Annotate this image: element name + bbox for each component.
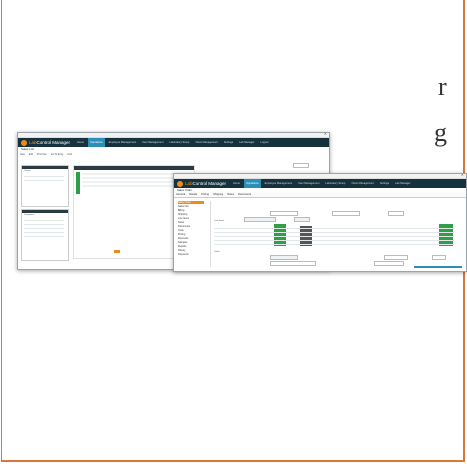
sidebar-item[interactable]: History [178, 249, 185, 252]
tab-shipping[interactable]: Shipping [213, 193, 223, 196]
form-field[interactable] [332, 211, 360, 216]
table-header [74, 166, 194, 170]
app-brand: LabControl Manager [29, 140, 71, 145]
table-row[interactable] [214, 232, 454, 233]
nav-user-management[interactable]: User Management [296, 179, 321, 188]
form-field[interactable] [244, 217, 276, 222]
tab-documents[interactable]: Documents [238, 193, 251, 196]
nav-laboratory-setup[interactable]: Laboratory Setup [167, 138, 191, 147]
edit-button[interactable]: Edit [29, 153, 33, 156]
table-row[interactable] [214, 228, 454, 229]
sidebar-item[interactable]: Sales Info [178, 205, 189, 208]
close-icon[interactable]: ✕ [461, 174, 464, 177]
line-items-label: Line Items [214, 220, 225, 222]
nav-user-management[interactable]: User Management [140, 138, 165, 147]
search-input[interactable] [293, 163, 309, 168]
list-item [24, 220, 64, 221]
background-text-fragment: g [434, 118, 447, 147]
form-field[interactable] [388, 211, 404, 216]
form-field[interactable] [294, 217, 310, 222]
table-row[interactable] [214, 236, 454, 237]
tab-notes[interactable]: Notes [227, 193, 234, 196]
nav-home[interactable]: Home [75, 138, 86, 147]
tab-details[interactable]: Details [189, 193, 197, 196]
tab-bar: General Details Pricing Shipping Notes D… [174, 192, 466, 198]
sidebar-item[interactable]: Payments [178, 253, 189, 256]
nav-laboratory-setup[interactable]: Laboratory Setup [323, 179, 347, 188]
close-icon[interactable]: ✕ [324, 133, 327, 136]
form-field[interactable] [270, 255, 298, 260]
tab-general[interactable]: General [176, 193, 185, 196]
app-navbar: LabControl Manager Home Operations Emplo… [174, 179, 466, 188]
list-item [24, 228, 64, 229]
line-items-table [214, 224, 458, 248]
list-item [24, 236, 64, 237]
app-navbar: LabControl Manager Home Operations Emplo… [18, 138, 329, 147]
pagination-active[interactable] [114, 250, 120, 253]
form-field[interactable] [384, 255, 408, 260]
status-column [76, 172, 80, 194]
sidebar-item[interactable]: Tests [178, 229, 184, 232]
list-item [24, 176, 64, 177]
table-row[interactable] [214, 244, 454, 245]
front-window[interactable]: ✕ LabControl Manager Home Operations Emp… [173, 173, 467, 272]
sidebar-item[interactable]: Billing [178, 209, 184, 212]
sidebar-item[interactable]: Samples [178, 241, 187, 244]
tab-pricing[interactable]: Pricing [201, 193, 209, 196]
app-logo-icon [21, 139, 27, 146]
form-field[interactable] [270, 211, 298, 216]
list-item [24, 224, 64, 225]
sidebar-item[interactable]: Notes [178, 221, 184, 224]
window-titlebar[interactable]: ✕ [174, 174, 466, 179]
toolbar: New Edit Print Nav Go To Entry Find [18, 152, 329, 157]
nav-operations[interactable]: Operations [87, 138, 105, 147]
sidebar-item[interactable]: Shipping [178, 213, 187, 216]
totals-label: Totals [214, 251, 220, 253]
background-text-fragment: r [438, 72, 447, 101]
nav-client-management[interactable]: Client Management [349, 179, 376, 188]
clients-panel: Clients [21, 165, 69, 207]
categories-panel: Categories [21, 209, 69, 261]
list-item [24, 232, 64, 233]
form-field[interactable] [270, 261, 316, 266]
sidebar-item[interactable]: Line Items [178, 217, 189, 220]
find-button[interactable]: Find [67, 153, 72, 156]
go-to-entry-button[interactable]: Go To Entry [51, 153, 64, 156]
nav-employee-management[interactable]: Employee Management [263, 179, 294, 188]
sidebar: Sales Order Sales Info Billing Shipping … [176, 201, 211, 267]
print-nav-button[interactable]: Print Nav [37, 153, 47, 156]
sidebar-item[interactable]: Documents [178, 225, 190, 228]
app-logo-icon [177, 180, 183, 187]
sidebar-item[interactable]: Discounts [178, 237, 189, 240]
clients-label: Clients [24, 170, 31, 172]
categories-label: Categories [24, 214, 35, 216]
nav-lab-manager[interactable]: Lab Manager [393, 179, 412, 188]
nav-lab-manager[interactable]: Lab Manager [237, 138, 256, 147]
nav-operations[interactable]: Operations [243, 179, 261, 188]
nav-settings[interactable]: Settings [222, 138, 235, 147]
form-field[interactable] [432, 255, 446, 260]
form-field[interactable] [374, 261, 404, 266]
status-bar [414, 266, 462, 268]
window-titlebar[interactable]: ✕ [18, 133, 329, 138]
sidebar-item[interactable]: Pricing [178, 233, 185, 236]
app-brand: LabControl Manager [185, 181, 227, 186]
new-button[interactable]: New [20, 153, 25, 156]
nav-employee-management[interactable]: Employee Management [107, 138, 138, 147]
nav-client-management[interactable]: Client Management [193, 138, 220, 147]
list-item [24, 180, 64, 181]
sidebar-item[interactable]: Reports [178, 245, 186, 248]
nav-logout[interactable]: Logout [259, 138, 271, 147]
sidebar-item-sales-order[interactable]: Sales Order [178, 201, 191, 204]
table-row[interactable] [214, 240, 454, 241]
nav-home[interactable]: Home [231, 179, 242, 188]
nav-settings[interactable]: Settings [378, 179, 391, 188]
